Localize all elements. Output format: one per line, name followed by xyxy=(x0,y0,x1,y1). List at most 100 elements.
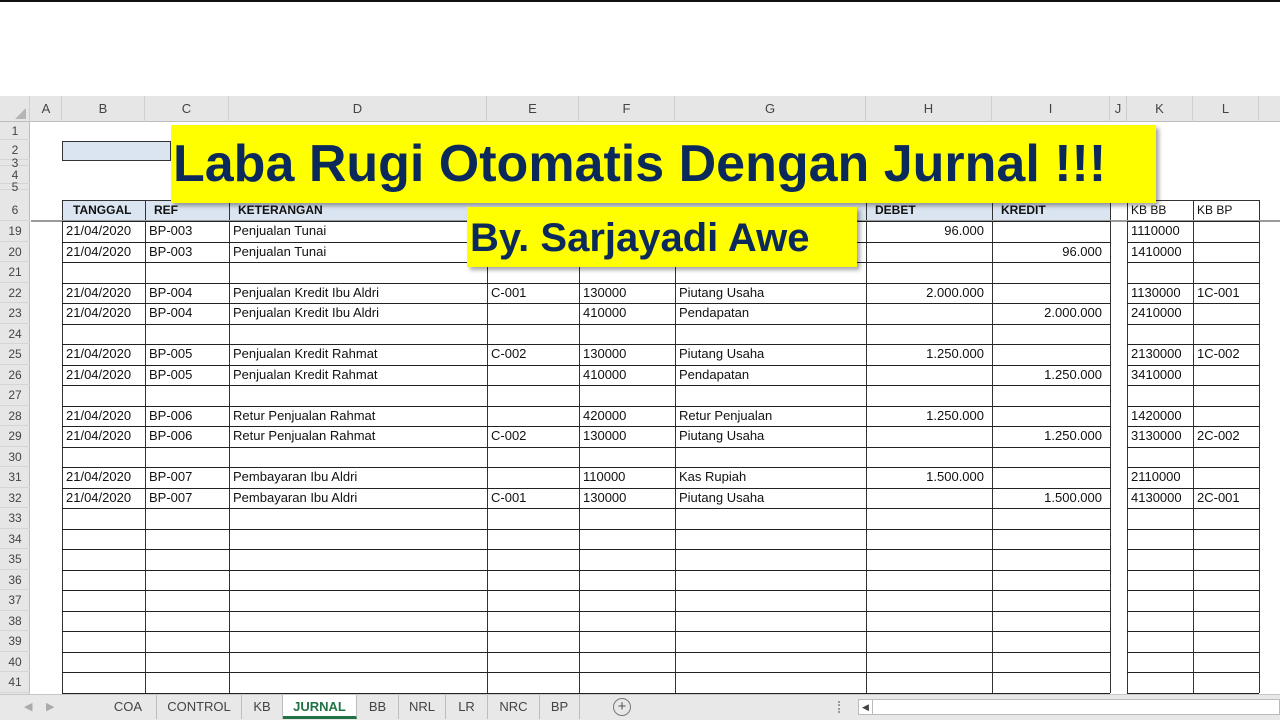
row-header-34[interactable]: 34 xyxy=(0,529,30,549)
row-header-27[interactable]: 27 xyxy=(0,385,30,406)
cell-ref[interactable]: BP-007 xyxy=(146,488,229,508)
cell-tanggal[interactable]: 21/04/2020 xyxy=(63,488,145,508)
cell-keterangan[interactable]: Retur Penjualan Rahmat xyxy=(230,406,487,426)
row-header-20[interactable]: 20 xyxy=(0,242,30,262)
plus-circle-icon[interactable]: + xyxy=(613,698,631,716)
cell-kb-bb[interactable]: 4130000 xyxy=(1128,488,1193,508)
column-header-j[interactable]: J xyxy=(1110,96,1127,122)
cell-akun[interactable]: 410000 xyxy=(580,365,675,385)
column-header-a[interactable]: A xyxy=(31,96,62,122)
sheet-tab-bb[interactable]: BB xyxy=(357,695,399,719)
cell-ref[interactable]: BP-007 xyxy=(146,467,229,487)
cell-tanggal[interactable]: 21/04/2020 xyxy=(63,406,145,426)
cell-nama-akun[interactable]: Piutang Usaha xyxy=(676,344,866,364)
column-header-i[interactable]: I xyxy=(992,96,1110,122)
cell-debet[interactable]: 2.000.000 xyxy=(867,283,992,303)
cell-keterangan[interactable]: Penjualan Tunai xyxy=(230,242,487,262)
cell-kode[interactable]: C-002 xyxy=(488,344,579,364)
cell-kb-bp[interactable]: 1C-001 xyxy=(1194,283,1259,303)
cell-kode[interactable]: C-001 xyxy=(488,283,579,303)
select-all-corner[interactable] xyxy=(0,96,30,122)
cell-nama-akun[interactable]: Piutang Usaha xyxy=(676,283,866,303)
row-header-36[interactable]: 36 xyxy=(0,570,30,590)
cell-akun[interactable]: 410000 xyxy=(580,303,675,323)
row-header-21[interactable]: 21 xyxy=(0,262,30,283)
cell-kredit[interactable]: 1.250.000 xyxy=(993,365,1110,385)
cell-ref[interactable]: BP-004 xyxy=(146,303,229,323)
prev-sheet-arrow-icon[interactable]: ◀ xyxy=(24,695,32,719)
cell-kb-bb[interactable]: 1410000 xyxy=(1128,242,1193,262)
cell-keterangan[interactable]: Pembayaran Ibu Aldri xyxy=(230,488,487,508)
sheet-tab-coa[interactable]: COA xyxy=(100,695,157,719)
cell-akun[interactable]: 130000 xyxy=(580,344,675,364)
sheet-tab-control[interactable]: CONTROL xyxy=(157,695,242,719)
cell-kb-bb[interactable]: 1110000 xyxy=(1128,221,1193,241)
scroll-left-arrow-icon[interactable]: ◀ xyxy=(859,700,873,714)
row-header-26[interactable]: 26 xyxy=(0,365,30,385)
cell-keterangan[interactable]: Penjualan Kredit Rahmat xyxy=(230,344,487,364)
cell-tanggal[interactable]: 21/04/2020 xyxy=(63,303,145,323)
cell-akun[interactable]: 130000 xyxy=(580,283,675,303)
row-header-19[interactable]: 19 xyxy=(0,221,30,242)
row-header-31[interactable]: 31 xyxy=(0,467,30,488)
cell-kredit[interactable]: 96.000 xyxy=(993,242,1110,262)
cell-ref[interactable]: BP-003 xyxy=(146,221,229,241)
cell-keterangan[interactable]: Penjualan Kredit Rahmat xyxy=(230,365,487,385)
cell-debet[interactable]: 96.000 xyxy=(867,221,992,241)
sheet-tab-nrl[interactable]: NRL xyxy=(399,695,446,719)
cell-ref[interactable]: BP-005 xyxy=(146,365,229,385)
cell-tanggal[interactable]: 21/04/2020 xyxy=(63,242,145,262)
cell-nama-akun[interactable]: Piutang Usaha xyxy=(676,426,866,446)
row-header-28[interactable]: 28 xyxy=(0,406,30,426)
column-header-b[interactable]: B xyxy=(62,96,145,122)
row-header-29[interactable]: 29 xyxy=(0,426,30,447)
column-header-f[interactable]: F xyxy=(579,96,675,122)
cell-kb-bp[interactable]: 2C-002 xyxy=(1194,426,1259,446)
row-header-32[interactable]: 32 xyxy=(0,488,30,508)
row-header-38[interactable]: 38 xyxy=(0,611,30,631)
title-cell-b2[interactable] xyxy=(62,141,171,161)
sheet-tab-nrc[interactable]: NRC xyxy=(488,695,540,719)
cell-ref[interactable]: BP-006 xyxy=(146,426,229,446)
row-header-25[interactable]: 25 xyxy=(0,344,30,365)
cell-kredit[interactable]: 2.000.000 xyxy=(993,303,1110,323)
tab-splitter-handle[interactable] xyxy=(838,701,841,713)
row-header-37[interactable]: 37 xyxy=(0,590,30,611)
cell-keterangan[interactable]: Penjualan Tunai xyxy=(230,221,487,241)
cell-tanggal[interactable]: 21/04/2020 xyxy=(63,467,145,487)
cell-nama-akun[interactable]: Kas Rupiah xyxy=(676,467,866,487)
cell-kb-bb[interactable]: 2410000 xyxy=(1128,303,1193,323)
column-header-l[interactable]: L xyxy=(1193,96,1259,122)
cell-ref[interactable]: BP-005 xyxy=(146,344,229,364)
horizontal-scrollbar[interactable]: ◀ xyxy=(858,699,1280,715)
cell-kb-bb[interactable]: 3410000 xyxy=(1128,365,1193,385)
cell-debet[interactable]: 1.500.000 xyxy=(867,467,992,487)
cell-tanggal[interactable]: 21/04/2020 xyxy=(63,283,145,303)
cell-kb-bp[interactable]: 1C-002 xyxy=(1194,344,1259,364)
column-header-d[interactable]: D xyxy=(229,96,487,122)
cell-kb-bb[interactable]: 2110000 xyxy=(1128,467,1193,487)
column-header-e[interactable]: E xyxy=(487,96,579,122)
cell-akun[interactable]: 130000 xyxy=(580,426,675,446)
cell-nama-akun[interactable]: Pendapatan xyxy=(676,303,866,323)
row-header-24[interactable]: 24 xyxy=(0,324,30,344)
cell-akun[interactable]: 110000 xyxy=(580,467,675,487)
next-sheet-arrow-icon[interactable]: ▶ xyxy=(46,695,54,719)
row-header-5[interactable]: 5 xyxy=(0,181,30,193)
row-header-39[interactable]: 39 xyxy=(0,631,30,652)
cell-akun[interactable]: 420000 xyxy=(580,406,675,426)
row-header-35[interactable]: 35 xyxy=(0,549,30,570)
row-header-30[interactable]: 30 xyxy=(0,447,30,467)
cell-akun[interactable]: 130000 xyxy=(580,488,675,508)
cell-debet[interactable]: 1.250.000 xyxy=(867,344,992,364)
cell-kode[interactable]: C-002 xyxy=(488,426,579,446)
cell-keterangan[interactable]: Pembayaran Ibu Aldri xyxy=(230,467,487,487)
cell-tanggal[interactable]: 21/04/2020 xyxy=(63,426,145,446)
cell-tanggal[interactable]: 21/04/2020 xyxy=(63,221,145,241)
cell-nama-akun[interactable]: Piutang Usaha xyxy=(676,488,866,508)
cell-ref[interactable]: BP-006 xyxy=(146,406,229,426)
column-header-g[interactable]: G xyxy=(675,96,866,122)
cell-nama-akun[interactable]: Retur Penjualan xyxy=(676,406,866,426)
cell-keterangan[interactable]: Retur Penjualan Rahmat xyxy=(230,426,487,446)
row-header-40[interactable]: 40 xyxy=(0,652,30,672)
